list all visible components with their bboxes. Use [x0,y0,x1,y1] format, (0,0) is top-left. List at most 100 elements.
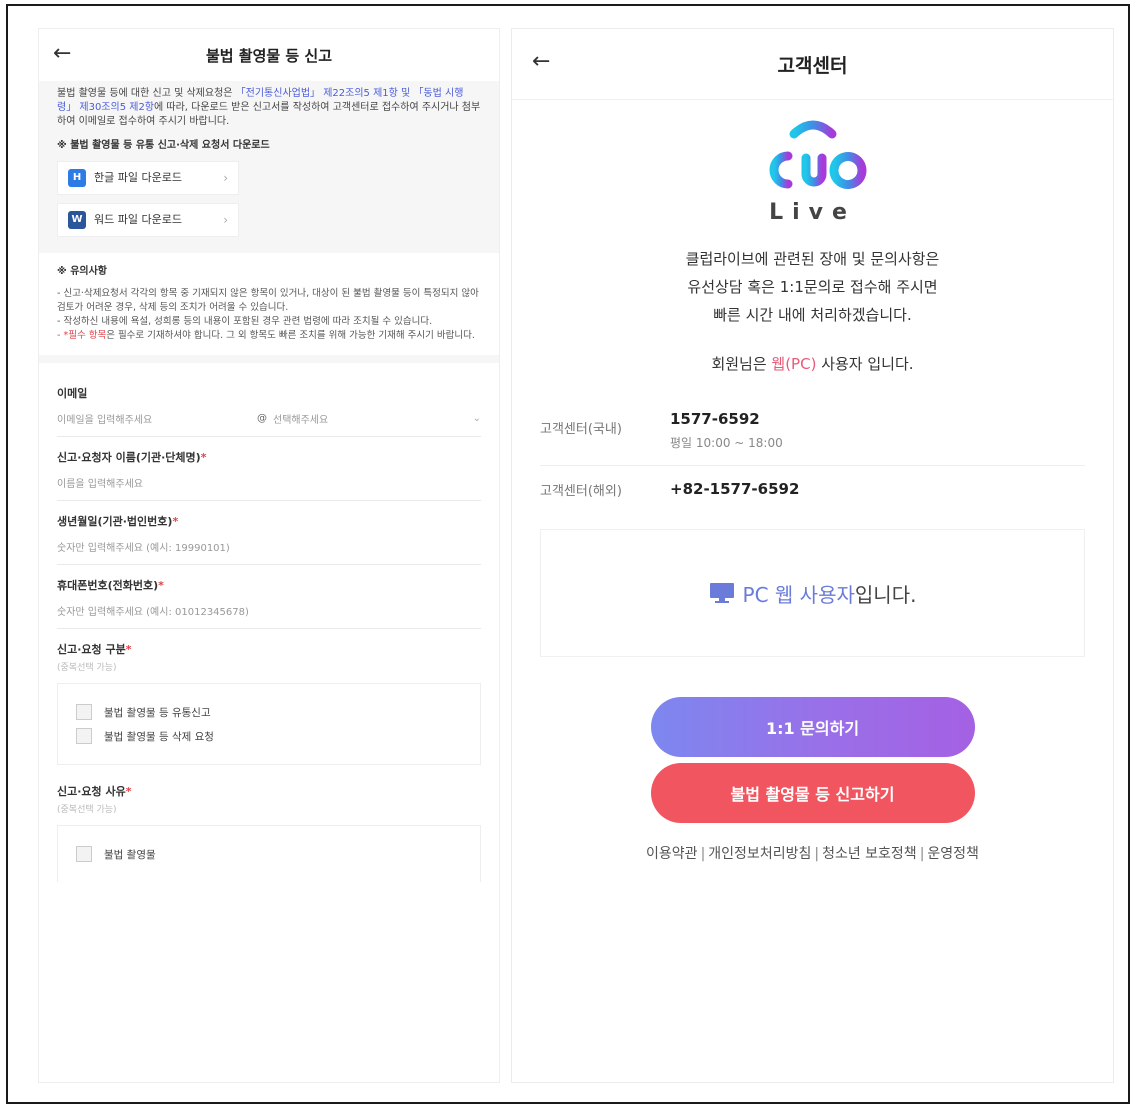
required-note: - *필수 항목 [57,330,107,341]
pc-user-accent: PC 웹 사용자 [742,582,855,607]
email-domain-select[interactable]: 선택해주세요 [273,411,473,426]
footer-link-privacy[interactable]: 개인정보처리방침 [708,846,811,862]
contact-list: 고객센터(국내) 1577-6592 평일 10:00 ~ 18:00 고객센터… [540,396,1085,513]
phone-field: 휴대폰번호(전화번호)* 숫자만 입력해주세요 (예시: 01012345678… [57,565,481,629]
club-live-logo: Live [512,120,1113,225]
required-mark: * [200,451,207,464]
screenshot-frame: ← 불법 촬영물 등 신고 불법 촬영물 등에 대한 신고 및 삭제요청은 「전… [6,4,1130,1104]
birth-label-text: 생년월일(기관·법인번호) [57,515,173,528]
caution-line-3: - *필수 항목은 필수로 기재하셔야 합니다. 그 외 항목도 빠른 조치를 … [57,329,481,343]
type-option-delete[interactable]: 불법 촬영물 등 삭제 요청 [76,728,462,744]
email-at-sign: @ [257,413,267,424]
required-mark: * [125,785,132,798]
type-option-distribution[interactable]: 불법 촬영물 등 유통신고 [76,704,462,720]
contact-overseas-label: 고객센터(해외) [540,484,622,499]
footer-links: 이용약관 | 개인정보처리방침 | 청소년 보호정책 | 운영정책 [512,843,1113,863]
pc-user-box: PC 웹 사용자 입니다. [540,529,1085,657]
email-input-row: 이메일을 입력해주세요 @ 선택해주세요 ⌄ [57,411,481,426]
support-description: 클럽라이브에 관련된 장애 및 문의사항은 유선상담 혹은 1:1문의로 접수해… [512,245,1113,329]
club-logo-mark [769,120,866,189]
pc-user-rest: 입니다. [854,582,917,607]
footer-link-terms[interactable]: 이용약관 [646,846,698,862]
back-arrow-icon[interactable]: ← [53,41,71,66]
required-mark: * [172,515,179,528]
chevron-right-icon: › [223,213,228,227]
type-label-text: 신고·요청 구분 [57,643,126,656]
footer-separator: | [814,846,820,862]
phone-input[interactable]: 숫자만 입력해주세요 (예시: 01012345678) [57,603,481,618]
phone-label-text: 휴대폰번호(전화번호) [57,579,159,592]
description-line-2: 유선상담 혹은 1:1문의로 접수해 주시면 [687,278,938,296]
contact-domestic-label: 고객센터(국내) [540,422,622,437]
page-title: 고객센터 [777,54,848,77]
caution-line-2: - 작성하신 내용에 욕설, 성희롱 등의 내용이 포함된 경우 관련 법령에 … [57,316,433,327]
caution-section: ※ 유의사항 - 신고·삭제요청서 각각의 항목 중 기재되지 않은 항목이 있… [39,253,499,363]
customer-center-header: ← 고객센터 [512,29,1113,100]
monitor-icon [709,583,734,603]
chevron-right-icon: › [223,171,228,185]
hwp-download-button[interactable]: H 한글 파일 다운로드 › [57,161,239,195]
email-label: 이메일 [57,387,88,400]
user-type-post: 사용자 입니다. [816,355,914,373]
user-type-text: 회원님은 웹(PC) 사용자 입니다. [512,353,1113,374]
description-line-1: 클럽라이브에 관련된 장애 및 문의사항은 [685,250,940,268]
customer-center-panel: ← 고객센터 Live 클럽라이브에 관련된 장애 및 문의사항은 유선상담 혹… [511,28,1114,1083]
page-title: 불법 촬영물 등 신고 [205,46,333,65]
type-option-label: 불법 촬영물 등 유통신고 [104,706,211,719]
type-option-label: 불법 촬영물 등 삭제 요청 [104,730,214,743]
required-mark: * [125,643,132,656]
reason-option-illegal[interactable]: 불법 촬영물 [76,846,462,862]
reason-field: 신고·요청 사유* (중복선택 가능) 불법 촬영물 [57,769,481,886]
footer-link-policy[interactable]: 운영정책 [927,846,979,862]
notice-text-1: 불법 촬영물 등에 대한 신고 및 삭제요청은 [57,88,236,99]
type-label: 신고·요청 구분* [57,641,481,657]
birth-field: 생년월일(기관·법인번호)* 숫자만 입력해주세요 (예시: 19990101) [57,501,481,565]
footer-link-youth[interactable]: 청소년 보호정책 [822,846,917,862]
name-label-text: 신고·요청자 이름(기관·단체명) [57,451,201,464]
reason-option-label: 불법 촬영물 [104,848,156,861]
reason-label-text: 신고·요청 사유 [57,785,126,798]
back-arrow-icon[interactable]: ← [532,49,550,74]
email-input[interactable]: 이메일을 입력해주세요 [57,411,257,426]
type-hint: (중복선택 가능) [57,663,117,673]
name-field: 신고·요청자 이름(기관·단체명)* 이름을 입력해주세요 [57,437,481,501]
reason-label: 신고·요청 사유* [57,783,481,799]
word-download-button[interactable]: W 워드 파일 다운로드 › [57,203,239,237]
download-heading: ※ 불법 촬영물 등 유통 신고·삭제 요청서 다운로드 [57,140,270,151]
checkbox[interactable] [76,846,92,862]
type-field: 신고·요청 구분* (중복선택 가능) 불법 촬영물 등 유통신고 불법 촬영물… [57,629,481,769]
user-type-pre: 회원님은 [711,355,772,373]
name-input[interactable]: 이름을 입력해주세요 [57,475,481,490]
hwp-file-icon: H [68,169,86,187]
chevron-down-icon[interactable]: ⌄ [473,413,481,424]
footer-separator: | [700,846,706,862]
inquiry-button[interactable]: 1:1 문의하기 [650,697,975,757]
phone-label: 휴대폰번호(전화번호)* [57,577,481,593]
report-panel: ← 불법 촬영물 등 신고 불법 촬영물 등에 대한 신고 및 삭제요청은 「전… [38,28,500,1083]
required-mark: * [158,579,164,592]
report-button[interactable]: 불법 촬영물 등 신고하기 [650,763,975,823]
birth-input[interactable]: 숫자만 입력해주세요 (예시: 19990101) [57,539,481,554]
notice-text: 불법 촬영물 등에 대한 신고 및 삭제요청은 「전기통신사업법」 제22조의5… [57,87,481,129]
checkbox[interactable] [76,728,92,744]
report-form: 이메일 이메일을 입력해주세요 @ 선택해주세요 ⌄ 신고·요청자 이름(기관·… [39,363,499,896]
email-field: 이메일 이메일을 입력해주세요 @ 선택해주세요 ⌄ [57,373,481,437]
logo-wordmark: Live [769,200,856,225]
contact-overseas-number[interactable]: +82-1577-6592 [670,480,799,499]
caution-line-3-rest: 은 필수로 기재하셔야 합니다. 그 외 항목도 빠른 조치를 위해 가능한 기… [106,330,475,341]
user-type-accent: 웹(PC) [771,355,817,373]
name-label: 신고·요청자 이름(기관·단체명)* [57,449,481,465]
contact-overseas: 고객센터(해외) +82-1577-6592 [540,466,1085,513]
reason-hint: (중복선택 가능) [57,805,117,815]
word-download-label: 워드 파일 다운로드 [94,213,182,226]
hwp-download-label: 한글 파일 다운로드 [94,171,182,184]
contact-domestic-info: 1577-6592 평일 10:00 ~ 18:00 [670,410,783,451]
law-link-1[interactable]: 「전기통신사업법」 제22조의5 제1항 및 [236,88,411,99]
word-file-icon: W [68,211,86,229]
reason-options: 불법 촬영물 [57,825,481,882]
contact-domestic-number[interactable]: 1577-6592 [670,410,783,428]
contact-domestic-hours: 평일 10:00 ~ 18:00 [670,436,783,450]
checkbox[interactable] [76,704,92,720]
caution-line-1: - 신고·삭제요청서 각각의 항목 중 기재되지 않은 항목이 있거나, 대상이… [57,288,479,313]
notice-section: 불법 촬영물 등에 대한 신고 및 삭제요청은 「전기통신사업법」 제22조의5… [39,81,499,253]
